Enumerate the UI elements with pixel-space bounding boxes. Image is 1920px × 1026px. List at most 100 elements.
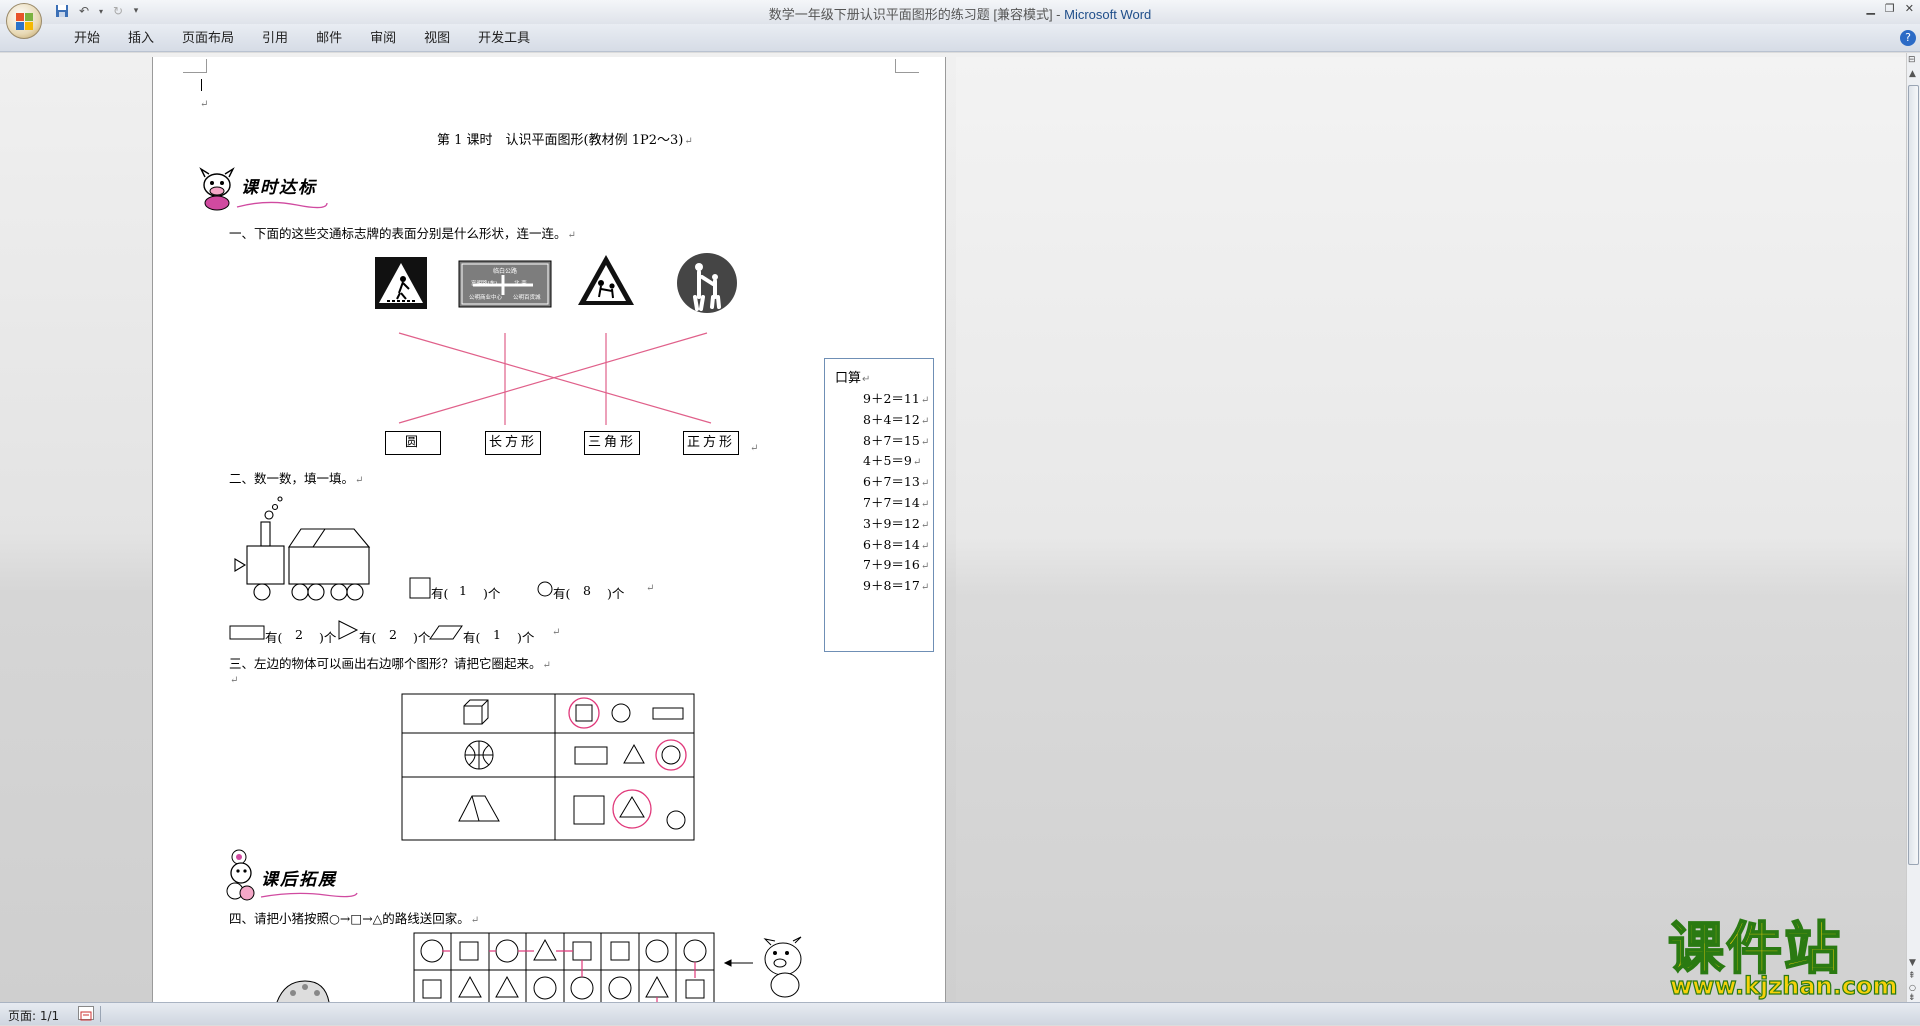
- count-unit: )个: [483, 586, 501, 601]
- margin-corner-mark: [895, 59, 919, 73]
- restore-icon[interactable]: ❐: [1885, 2, 1895, 15]
- question-2: 二、数一数，填一填。↵: [229, 471, 364, 486]
- section-badge-label: 课时达标: [241, 178, 317, 198]
- shape-name-box: 圆: [385, 431, 441, 455]
- triangle-shape-icon: [338, 620, 359, 640]
- mental-math-line: 9＋8＝17↵: [863, 575, 929, 594]
- pedestrian-crossing-square-sign-icon: [375, 257, 427, 309]
- paragraph-mark: ↵: [920, 540, 930, 552]
- rectangle-count-answer: 2: [295, 627, 303, 642]
- paragraph-mark: ↵: [920, 519, 930, 531]
- section-badge-label: 课后拓展: [261, 870, 337, 890]
- paragraph-mark: ↵: [230, 675, 239, 686]
- ruler-toggle-icon[interactable]: ⊟: [1908, 55, 1916, 65]
- tab-3[interactable]: 引用: [248, 30, 302, 48]
- sign-text: 临白公路: [493, 267, 517, 275]
- tab-1[interactable]: 插入: [114, 30, 168, 48]
- count-unit: )个: [517, 630, 535, 645]
- paragraph-mark: ↵: [646, 583, 655, 594]
- tab-6[interactable]: 视图: [410, 30, 464, 48]
- paragraph-mark: ↵: [552, 627, 561, 638]
- traffic-signs-matching: 临白公路 富明路(东) 北 南 公明商业中心 公明百货城: [375, 253, 737, 425]
- page-count-status[interactable]: 页面: 1/1: [8, 1007, 59, 1024]
- sign-text: 北 南: [514, 279, 527, 287]
- mental-math-line: 4＋5＝9↵: [863, 450, 921, 469]
- shape-circle-table: [401, 693, 695, 841]
- paragraph-mark: ↵: [920, 395, 930, 406]
- mental-math-line: 6＋7＝13↵: [863, 471, 929, 490]
- page-2-area: [956, 57, 1906, 1002]
- mental-math-expression: 9＋2＝11: [863, 391, 920, 406]
- square-shape-icon: [409, 577, 431, 599]
- cube-icon: [463, 699, 489, 725]
- scroll-up-icon[interactable]: ▲: [1909, 69, 1916, 79]
- mental-math-textbox[interactable]: 口算↵ 9＋2＝11↵ 8＋4＝12↵ 8＋7＝15↵ 4＋5＝9↵ 6＋7＝13↵ 7＋…: [824, 358, 934, 652]
- page-heading: 第 1 课时 认识平面图形(教材例 1P2～3)↵: [437, 133, 693, 148]
- ribbon-tabs: 开始 插入 页面布局 引用 邮件 审阅 视图 开发工具: [60, 30, 544, 48]
- office-logo-icon: [16, 13, 34, 31]
- count-unit: )个: [607, 586, 625, 601]
- tab-0[interactable]: 开始: [60, 30, 114, 48]
- shape-name-box: 长方形: [485, 431, 541, 455]
- tab-4[interactable]: 邮件: [302, 30, 356, 48]
- basketball-icon: [464, 740, 494, 770]
- text-cursor: [201, 79, 202, 91]
- paragraph-mark: ↵: [200, 99, 209, 110]
- mental-math-expression: 8＋4＝12: [863, 411, 920, 427]
- paragraph-mark: ↵: [920, 436, 930, 448]
- shape-name-box: 正方形: [683, 431, 739, 455]
- help-icon[interactable]: ?: [1900, 30, 1916, 46]
- road-direction-rectangle-sign-icon: 临白公路 富明路(东) 北 南 公明商业中心 公明百货城: [458, 260, 552, 308]
- sign-text: 富明路(东): [471, 279, 497, 287]
- tab-2[interactable]: 页面布局: [168, 30, 248, 48]
- matching-lines: [398, 332, 712, 425]
- paragraph-mark: ↵: [920, 478, 930, 490]
- mental-math-expression: 7＋7＝14: [863, 495, 920, 510]
- vertical-scrollbar[interactable]: ⊟ ▲ ▼ ⇞ ○ ⇟: [1906, 53, 1920, 1003]
- status-bar: 页面: 1/1: [0, 1002, 1920, 1025]
- mental-math-expression: 6＋7＝13: [863, 474, 920, 490]
- mental-math-expression: 8＋7＝15: [863, 432, 920, 448]
- tab-5[interactable]: 审阅: [356, 30, 410, 48]
- question-1: 一、下面的这些交通标志牌的表面分别是什么形状，连一连。↵: [229, 226, 576, 241]
- triangular-prism-icon: [458, 795, 500, 822]
- mental-math-expression: 4＋5＝9: [863, 453, 912, 469]
- count-label: 有(: [553, 586, 571, 601]
- margin-corner-mark: [183, 59, 207, 73]
- office-button[interactable]: [6, 3, 42, 39]
- tab-7[interactable]: 开发工具: [464, 30, 544, 48]
- section-badge: 课后拓展: [225, 847, 365, 903]
- count-unit: )个: [413, 630, 431, 645]
- prev-page-icon[interactable]: ⇞: [1908, 971, 1916, 981]
- mental-math-line: 8＋4＝12↵: [863, 409, 929, 428]
- sign-text: 公明商业中心: [469, 293, 503, 301]
- scroll-down-icon[interactable]: ▼: [1909, 958, 1916, 968]
- select-browse-object-icon[interactable]: ○: [1909, 983, 1916, 992]
- paragraph-mark: ↵: [920, 415, 930, 427]
- watermark-url: www.kjzhan.com: [1669, 971, 1898, 1000]
- square-count-answer: 1: [459, 583, 467, 598]
- proofing-status-icon[interactable]: [78, 1006, 94, 1021]
- question-4: 四、请把小猪按照○→□→△的路线送回家。↵: [229, 911, 480, 926]
- mental-math-line: 7＋9＝16↵: [863, 554, 929, 573]
- mental-math-expression: 9＋8＝17: [863, 578, 920, 594]
- parallelogram-shape-icon: [429, 625, 463, 640]
- minimize-icon[interactable]: ▁: [1866, 2, 1874, 15]
- pig-icon: [723, 936, 802, 998]
- ribbon-tabs-bar: 开始 插入 页面布局 引用 邮件 审阅 视图 开发工具 ?: [0, 24, 1920, 52]
- kjzhan-watermark-logo: 课件站 www.kjzhan.com: [1667, 917, 1908, 1002]
- circle-count-answer: 8: [583, 583, 591, 598]
- count-label: 有(: [431, 586, 449, 601]
- watermark-text: 课件站: [1667, 917, 1842, 982]
- circle-shape-icon: [537, 581, 553, 597]
- train-made-of-shapes-image: [234, 496, 371, 601]
- rectangle-shape-icon: [229, 625, 265, 640]
- mental-math-line: 9＋2＝11↵: [863, 388, 929, 407]
- close-icon[interactable]: ✕: [1905, 2, 1914, 15]
- question-3: 三、左边的物体可以画出右边哪个图形？请把它圈起来。↵: [229, 656, 551, 671]
- mental-math-line: 8＋7＝15↵: [863, 430, 929, 449]
- paragraph-mark: ↵: [920, 582, 930, 594]
- count-label: 有(: [359, 630, 377, 645]
- scrollbar-thumb[interactable]: [1908, 85, 1919, 865]
- children-triangle-sign-icon: [578, 255, 634, 305]
